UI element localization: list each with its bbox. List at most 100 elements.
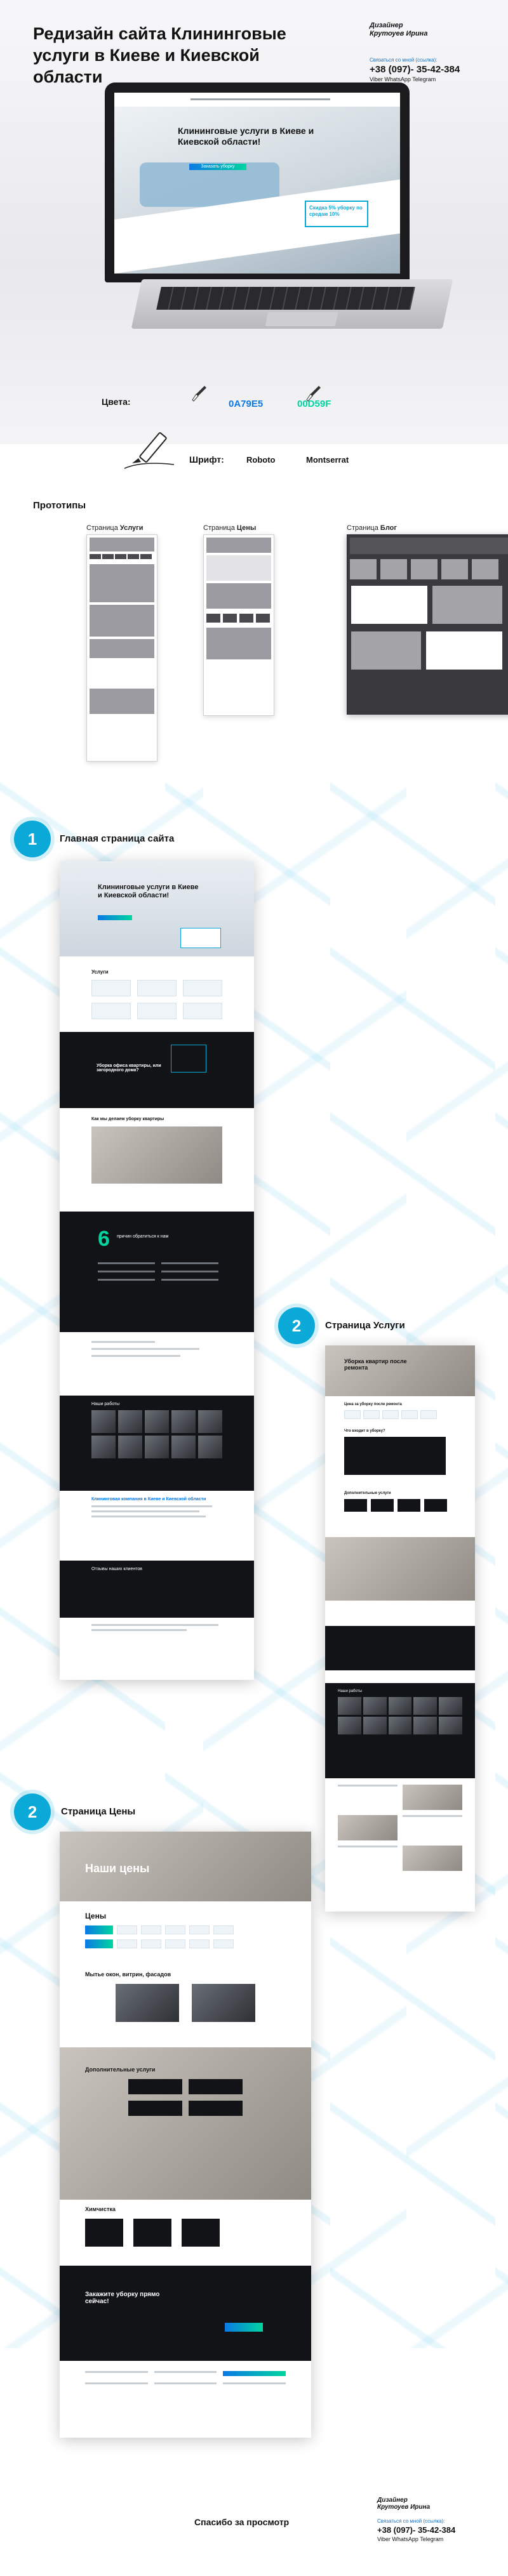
font-label: Шрифт: [189, 454, 224, 465]
mock-works: Наши работы [60, 1396, 254, 1491]
prices-order-heading: Закажите уборку прямо сейчас! [85, 2291, 160, 2305]
mock-kitchen-photo [91, 1126, 222, 1184]
font-montserrat: Montserrat [306, 455, 349, 465]
footer-designer-label: Дизайнер [377, 2497, 408, 2504]
mock-reviews-heading: Отзывы наших клиентов [91, 1567, 142, 1571]
footer-designer-block: Дизайнер Крутоуев Ирина Связаться со мно… [377, 2497, 498, 2542]
section-number-prices: 2 [14, 1793, 51, 1830]
mockup-prices-page: Наши цены Цены Мытье окон, витрин, фасад… [60, 1832, 311, 2438]
screen-cta-label: Заказать уборку [201, 164, 235, 169]
mock-reviews: Отзывы наших клиентов [60, 1561, 254, 1618]
mock-works-heading: Наши работы [91, 1402, 120, 1406]
mock-hero-headline: Клининговые услуги в Киеве и Киевской об… [98, 883, 199, 899]
services-include-text: Что входит в уборку? [344, 1429, 385, 1433]
screen-headline: Клининговые услуги в Киеве и Киевской об… [178, 126, 314, 147]
prototype-services [86, 534, 157, 762]
prices-dryclean-heading: Химчистка [85, 2206, 116, 2212]
proto-block [206, 538, 271, 553]
contact-caption: Связаться со мной (ссылка): [370, 57, 438, 63]
designer-block: Дизайнер Крутоуев Ирина Связаться со мно… [370, 22, 497, 83]
prices-dryclean-row [85, 2219, 286, 2247]
secondary-color-code: 00D59F [297, 399, 331, 409]
proto-block [206, 628, 271, 659]
mock-six-text: причин обратиться к нам [117, 1234, 169, 1239]
proto-caption-services: Страница Услуги [86, 524, 144, 532]
mock-footer [60, 1618, 254, 1637]
proto-block [90, 564, 154, 602]
prices-order-button[interactable] [225, 2323, 263, 2332]
prices-extras: Дополнительные услуги [60, 2047, 311, 2200]
services-blog [325, 1778, 475, 1877]
screen-navbar [114, 93, 400, 107]
services-dark-band [325, 1626, 475, 1670]
services-price: Цена за уборку после ремонта [325, 1396, 475, 1425]
services-headline: Уборка квартир после ремонта [344, 1358, 407, 1371]
mock-company-heading: Клининговая компания в Киеве и Киевской … [91, 1497, 206, 1502]
mock-frame [171, 1045, 206, 1073]
services-bathroom-photo [325, 1537, 475, 1601]
prototype-prices [203, 534, 274, 716]
proto-block [90, 639, 154, 658]
laptop-screen: Клининговые услуги в Киеве и Киевской об… [114, 93, 400, 274]
mock-offer-box [180, 928, 221, 948]
prototype-blog [347, 534, 508, 715]
contact-links[interactable]: Viber WhatsApp Telegram [370, 76, 497, 83]
section-number-main: 1 [14, 821, 51, 857]
proto-grid [347, 582, 508, 628]
laptop-trackpad [265, 312, 338, 326]
footer-contact-links[interactable]: Viber WhatsApp Telegram [377, 2536, 498, 2542]
section-title-main: Главная страница сайта [60, 833, 175, 844]
section-title-services: Страница Услуги [325, 1320, 405, 1331]
proto-block [90, 689, 154, 714]
caption-prefix: Страница [203, 524, 235, 532]
mock-cta-button[interactable] [98, 915, 132, 920]
prices-footer [60, 2361, 311, 2394]
services-price-row [344, 1410, 456, 1419]
footer-designer-name: Крутоуев Ирина [377, 2504, 431, 2511]
proto-block [206, 555, 271, 581]
proto-caption-blog: Страница Блог [347, 524, 397, 532]
phone-number[interactable]: +38 (097)- 35-42-384 [370, 64, 497, 75]
proto-grid [204, 611, 274, 625]
mock-steps [60, 1332, 254, 1396]
mock-services-heading: Услуги [91, 969, 109, 975]
prices-headline: Наши цены [85, 1862, 150, 1875]
page-title: Редизайн сайта Клининговые услуги в Киев… [33, 24, 286, 86]
prices-extras-grid [128, 2079, 243, 2116]
caption-name: Услуги [119, 524, 144, 532]
mockup-main-page: Клининговые услуги в Киеве и Киевской об… [60, 861, 254, 1680]
proto-block [350, 538, 508, 554]
prices-windows-heading: Мытье окон, витрин, фасадов [85, 1971, 171, 1978]
caption-prefix: Страница [347, 524, 378, 532]
proto-block [90, 538, 154, 552]
prices-row [85, 1925, 286, 1934]
footer-contact-caption: Связаться со мной (ссылка): [377, 2518, 445, 2524]
prices-windows: Мытье окон, витрин, фасадов [60, 1958, 311, 2035]
mock-company: Клининговая компания в Киеве и Киевской … [60, 1491, 254, 1561]
primary-color-code: 0A79E5 [229, 399, 264, 409]
caption-name: Цены [236, 524, 257, 532]
mock-how-heading: Как мы делаем уборку квартиры [91, 1117, 164, 1121]
proto-grid [347, 628, 508, 673]
nav-links-placeholder [190, 98, 330, 100]
screen-cta-button[interactable]: Заказать уборку [189, 164, 246, 170]
proto-grid [347, 557, 508, 582]
pen-icon [123, 426, 193, 471]
services-extras-row [344, 1499, 456, 1512]
prices-extras-heading: Дополнительные услуги [85, 2066, 156, 2073]
proto-block [206, 583, 271, 609]
footer-phone[interactable]: +38 (097)- 35-42-384 [377, 2525, 498, 2535]
services-works: Наши работы [325, 1683, 475, 1778]
mock-works-grid [91, 1410, 222, 1458]
screen-offer-text: Скидка 5% уборку по средам 10% [309, 205, 363, 217]
services-video [344, 1437, 446, 1475]
colors-label: Цвета: [102, 397, 131, 407]
services-works-grid [338, 1697, 462, 1734]
proto-caption-prices: Страница Цены [203, 524, 256, 532]
mock-reasons: 6 причин обратиться к нам [60, 1212, 254, 1332]
prices-dryclean: Химчистка [60, 2200, 311, 2253]
mock-reasons-grid [98, 1262, 218, 1281]
mock-six: 6 [98, 1227, 110, 1251]
prototypes-title: Прототипы [33, 500, 86, 511]
services-works-heading: Наши работы [338, 1689, 362, 1693]
